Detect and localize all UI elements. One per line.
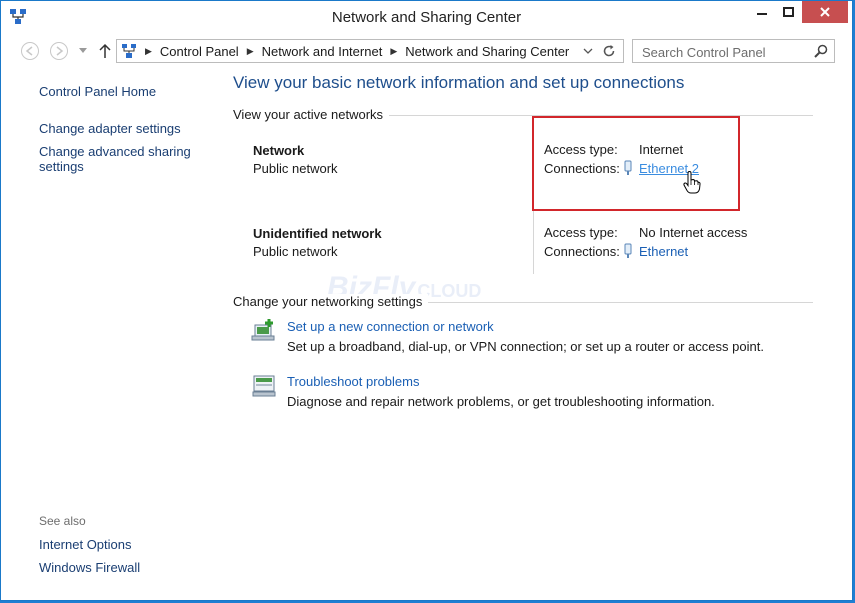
close-button[interactable]: [802, 1, 848, 23]
maximize-icon: [782, 7, 794, 17]
title-bar: Network and Sharing Center: [1, 1, 852, 33]
see-also-label: See also: [39, 514, 86, 528]
network-type[interactable]: Public network: [253, 161, 338, 176]
back-arrow-icon: [21, 42, 39, 60]
back-button[interactable]: [19, 40, 41, 62]
up-arrow-icon: [99, 43, 111, 58]
sidebar-link-advanced-sharing-settings-cont[interactable]: settings: [39, 159, 84, 174]
breadcrumb-separator-icon: ▶: [390, 45, 398, 56]
forward-button[interactable]: [48, 40, 70, 62]
connection-link-ethernet[interactable]: Ethernet: [639, 244, 688, 259]
network-name: Unidentified network: [253, 226, 382, 241]
breadcrumb-network-and-internet[interactable]: Network and Internet: [262, 44, 383, 59]
address-row: ▶ Control Panel ▶ Network and Internet ▶…: [1, 35, 852, 67]
access-type-value: No Internet access: [639, 225, 748, 240]
search-input[interactable]: Search Control Panel: [632, 39, 835, 63]
breadcrumb-separator-icon: ▶: [145, 45, 152, 56]
maximize-button[interactable]: [775, 1, 801, 23]
network-sharing-center-window: Network and Sharing Center ▶ Control Pan…: [0, 0, 853, 601]
breadcrumb-control-panel[interactable]: Control Panel: [160, 44, 239, 59]
breadcrumb-separator-icon: ▶: [246, 45, 254, 56]
network-name: Network: [253, 143, 305, 158]
access-type-label: Access type:: [544, 225, 618, 240]
up-button[interactable]: [94, 40, 116, 62]
page-title: View your basic network information and …: [233, 73, 685, 92]
recent-locations-button[interactable]: [77, 40, 89, 62]
sidebar-link-control-panel-home[interactable]: Control Panel Home: [39, 84, 156, 99]
sidebar-link-internet-options[interactable]: Internet Options: [39, 537, 132, 552]
hand-cursor-icon: [683, 171, 701, 194]
task-description: Diagnose and repair network problems, or…: [287, 394, 715, 409]
minimize-button[interactable]: [749, 1, 775, 23]
refresh-icon[interactable]: [601, 43, 617, 59]
network-type[interactable]: Public network: [253, 244, 338, 259]
address-bar[interactable]: ▶ Control Panel ▶ Network and Internet ▶…: [116, 39, 624, 63]
control-panel-icon: [122, 44, 136, 58]
task-link-setup-connection[interactable]: Set up a new connection or network: [287, 319, 494, 334]
new-connection-icon: [251, 319, 275, 341]
window-title: Network and Sharing Center: [331, 9, 522, 26]
address-dropdown-icon[interactable]: [583, 44, 593, 58]
sidebar-link-change-adapter-settings[interactable]: Change adapter settings: [39, 121, 181, 136]
ethernet-icon: [624, 243, 632, 258]
chevron-down-icon: [79, 48, 87, 53]
connections-label: Connections:: [544, 244, 620, 259]
minimize-icon: [757, 13, 767, 15]
task-description: Set up a broadband, dial-up, or VPN conn…: [287, 339, 764, 354]
close-icon: [820, 7, 830, 17]
troubleshoot-icon: [252, 375, 276, 397]
search-icon[interactable]: [813, 43, 829, 59]
forward-arrow-icon: [50, 42, 68, 60]
sidebar-link-windows-firewall[interactable]: Windows Firewall: [39, 560, 140, 575]
active-networks-label: View your active networks: [233, 107, 390, 122]
change-settings-label: Change your networking settings: [233, 294, 429, 309]
task-link-troubleshoot[interactable]: Troubleshoot problems: [287, 374, 419, 389]
breadcrumb-network-sharing-center[interactable]: Network and Sharing Center: [405, 44, 569, 59]
sidebar-link-advanced-sharing-settings[interactable]: Change advanced sharing: [39, 144, 191, 159]
highlight-box: [532, 116, 740, 211]
